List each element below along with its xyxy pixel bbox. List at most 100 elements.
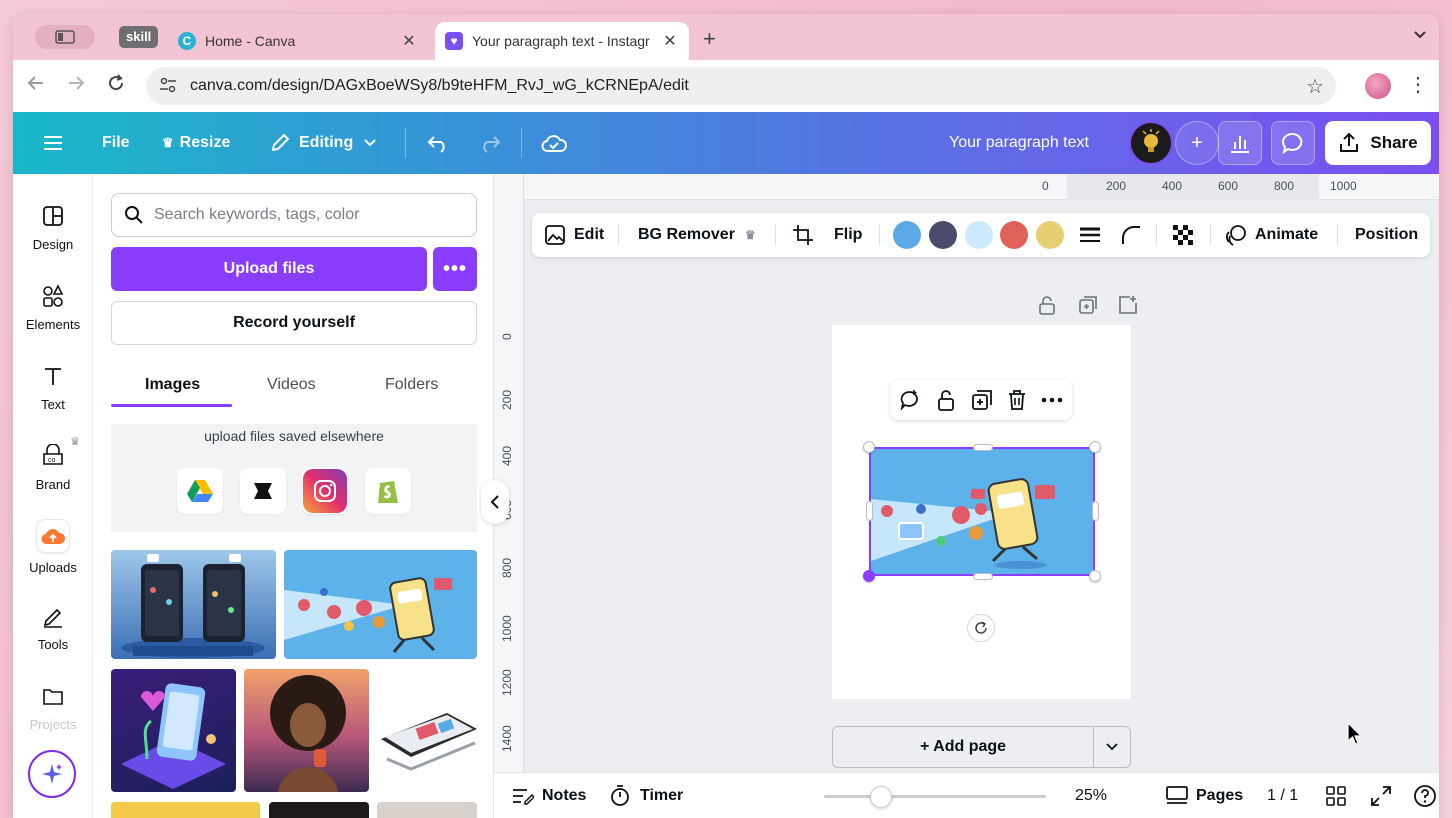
- image-thumbnail[interactable]: [111, 669, 236, 792]
- image-thumbnail[interactable]: [111, 550, 276, 659]
- image-thumbnail[interactable]: [269, 802, 369, 818]
- magic-assistant-button[interactable]: [28, 750, 76, 798]
- skill-badge[interactable]: skill: [119, 26, 159, 48]
- duplicate-page-icon[interactable]: [1078, 295, 1098, 320]
- lock-page-icon[interactable]: [1038, 295, 1056, 320]
- rail-item-design[interactable]: Design: [13, 192, 93, 262]
- image-thumbnail[interactable]: [244, 669, 369, 792]
- tab-folders[interactable]: Folders: [385, 376, 438, 394]
- add-collaborator-button[interactable]: +: [1175, 121, 1219, 165]
- instagram-icon[interactable]: [302, 468, 348, 514]
- resize-handle[interactable]: [1089, 570, 1101, 582]
- rail-item-tools[interactable]: Tools: [13, 592, 93, 662]
- main-menu-icon[interactable]: [43, 112, 63, 174]
- browser-menu-icon[interactable]: ⋮: [1408, 72, 1428, 97]
- zoom-level[interactable]: 25%: [1075, 773, 1107, 818]
- position-button[interactable]: Position: [1355, 213, 1418, 257]
- tab-list-chevron-icon[interactable]: [1413, 27, 1427, 43]
- add-page-icon[interactable]: [1118, 295, 1138, 320]
- insights-icon[interactable]: [1218, 121, 1262, 165]
- resize-handle[interactable]: [863, 570, 875, 582]
- rail-item-uploads[interactable]: Uploads: [13, 512, 93, 582]
- tab-images[interactable]: Images: [145, 376, 200, 394]
- add-page-dropdown[interactable]: [1093, 726, 1131, 768]
- user-avatar[interactable]: [1129, 121, 1173, 165]
- rotate-handle-icon[interactable]: [967, 614, 995, 642]
- rail-item-text[interactable]: Text: [13, 352, 93, 422]
- comment-icon[interactable]: [1271, 121, 1315, 165]
- resize-button[interactable]: ♛ Resize: [162, 112, 230, 174]
- zoom-slider-track[interactable]: [824, 795, 1046, 798]
- color-swatch[interactable]: [1036, 221, 1064, 249]
- color-swatch[interactable]: [929, 221, 957, 249]
- add-comment-icon[interactable]: [898, 388, 922, 412]
- crop-handle[interactable]: [973, 444, 993, 451]
- collapse-panel-button[interactable]: [481, 480, 509, 524]
- editing-mode-dropdown[interactable]: Editing: [269, 112, 377, 174]
- forward-arrow-icon[interactable]: [67, 74, 85, 98]
- timer-button[interactable]: Timer: [610, 773, 683, 818]
- profile-avatar[interactable]: [1365, 73, 1391, 99]
- omnibox[interactable]: canva.com/design/DAGxBoeWSy8/b9teHFM_RvJ…: [146, 67, 1336, 105]
- color-swatch[interactable]: [1000, 221, 1028, 249]
- site-settings-icon[interactable]: [158, 77, 178, 96]
- back-arrow-icon[interactable]: [27, 74, 45, 98]
- pages-button[interactable]: Pages: [1166, 773, 1243, 818]
- tab-current-design[interactable]: ♥ Your paragraph text - Instagr ✕: [435, 22, 689, 60]
- corner-rounding-icon[interactable]: [1120, 213, 1142, 257]
- cloud-saved-icon[interactable]: [541, 112, 567, 174]
- delete-icon[interactable]: [1005, 388, 1029, 412]
- crop-handle[interactable]: [866, 501, 873, 521]
- dropbox-icon[interactable]: [240, 468, 286, 514]
- duplicate-icon[interactable]: [970, 388, 994, 412]
- image-thumbnail-selected-source[interactable]: [284, 550, 477, 659]
- bookmark-star-icon[interactable]: ☆: [1306, 74, 1324, 99]
- design-title[interactable]: Your paragraph text: [949, 112, 1089, 174]
- notes-button[interactable]: Notes: [512, 773, 586, 818]
- resize-handle[interactable]: [863, 441, 875, 453]
- tab-videos[interactable]: Videos: [267, 376, 316, 394]
- rail-item-projects[interactable]: Projects: [13, 672, 93, 742]
- close-tab-icon[interactable]: ✕: [661, 31, 679, 51]
- transparency-icon[interactable]: [1172, 213, 1194, 257]
- file-menu[interactable]: File: [102, 112, 130, 174]
- color-swatch[interactable]: [965, 221, 993, 249]
- crop-handle[interactable]: [973, 573, 993, 580]
- animate-button[interactable]: Animate: [1225, 213, 1318, 257]
- upload-files-button[interactable]: Upload files: [111, 247, 427, 291]
- image-thumbnail[interactable]: [377, 802, 477, 818]
- rail-item-brand[interactable]: co ♛ Brand: [13, 432, 93, 502]
- edit-image-button[interactable]: Edit: [544, 213, 604, 257]
- crop-icon[interactable]: [792, 213, 814, 257]
- zoom-slider-thumb[interactable]: [870, 786, 892, 808]
- redo-icon[interactable]: [478, 112, 502, 174]
- fullscreen-icon[interactable]: [1371, 773, 1391, 818]
- url-text[interactable]: canva.com/design/DAGxBoeWSy8/b9teHFM_RvJ…: [190, 77, 689, 95]
- rail-item-elements[interactable]: Elements: [13, 272, 93, 342]
- border-style-icon[interactable]: [1079, 213, 1101, 257]
- undo-icon[interactable]: [426, 112, 450, 174]
- resize-handle[interactable]: [1089, 441, 1101, 453]
- search-input[interactable]: [154, 206, 454, 224]
- bg-remover-button[interactable]: BG Remover ♛: [638, 213, 756, 257]
- image-thumbnail[interactable]: [111, 802, 260, 818]
- color-swatch[interactable]: [893, 221, 921, 249]
- grid-view-icon[interactable]: [1326, 773, 1346, 818]
- crop-handle[interactable]: [1092, 501, 1099, 521]
- close-tab-icon[interactable]: ✕: [400, 31, 418, 51]
- flip-button[interactable]: Flip: [834, 213, 862, 257]
- reload-icon[interactable]: [107, 74, 125, 98]
- more-options-icon[interactable]: [1040, 388, 1064, 412]
- help-icon[interactable]: [1413, 773, 1437, 818]
- image-thumbnail[interactable]: [377, 669, 477, 792]
- more-upload-options-button[interactable]: •••: [433, 247, 477, 291]
- share-button[interactable]: Share: [1325, 121, 1431, 165]
- record-yourself-button[interactable]: Record yourself: [111, 301, 477, 345]
- new-tab-button[interactable]: +: [703, 26, 716, 52]
- add-page-button[interactable]: + Add page: [832, 726, 1094, 768]
- workspace-switcher[interactable]: [35, 25, 95, 49]
- selected-image-element[interactable]: [869, 447, 1095, 576]
- tab-home-canva[interactable]: C Home - Canva ✕: [168, 22, 428, 60]
- search-box[interactable]: [111, 193, 477, 237]
- google-drive-icon[interactable]: [177, 468, 223, 514]
